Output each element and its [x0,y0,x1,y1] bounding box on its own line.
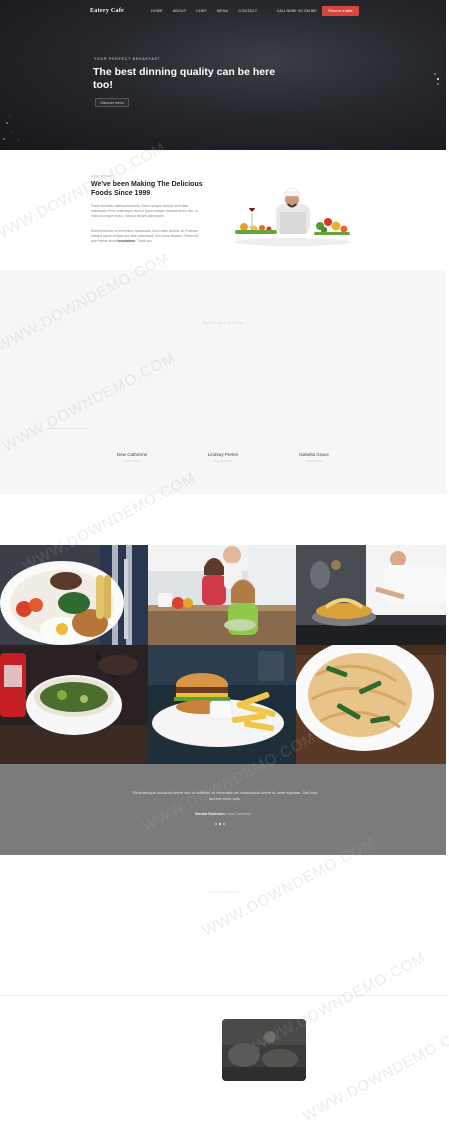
section-divider [0,995,446,996]
gallery-item-salad-bowl[interactable] [0,645,148,764]
member-role: Head Chef [305,459,323,463]
slider-dot[interactable] [437,83,439,85]
salad-bowl-image [0,645,148,764]
member-name: New Catherine [116,452,148,457]
lower-section-kicker: OUR LATEST [210,890,239,894]
food-gallery [0,545,446,764]
testimonial-author: Sandra Robinson Loyal Customer [0,812,446,816]
call-now-text: CALL NOW! +01 234 567 [277,9,317,13]
discover-menu-button[interactable]: Discover menu [95,98,129,107]
gallery-item-burger-fries[interactable] [148,645,296,764]
team-member-card: New Catherine Sushi Chef [92,452,172,463]
about-title: We've been Making The Delicious Foods Si… [91,181,203,197]
carousel-dot[interactable] [215,823,217,825]
nav-item-about[interactable]: ABOUT [173,9,187,13]
slider-dot[interactable] [437,78,439,80]
hero-slider-dots [437,78,439,85]
hero-title: The best dinning quality can be here too… [93,66,276,91]
chef-illustration [235,187,351,246]
about-paragraph-2: Sed elementum an fermentum malesuada. Nu… [91,229,199,243]
testimonial-section: Pellentesque tincidunt lorem sed ut elei… [0,764,446,855]
nav-item-menu[interactable]: MENU [217,9,229,13]
member-role: Pastry Chef [214,459,232,463]
team-heading: Meet our chefs [202,320,244,325]
gallery-item-pasta[interactable] [296,645,446,764]
nav-item-home[interactable]: HOME [151,9,163,13]
dining-photo-image [222,1019,306,1081]
pasta-plate-image [296,645,446,764]
site-logo[interactable]: Eatery Cafe [90,8,124,14]
nav-menu: HOME ABOUT CHEF MENU CONTACT [151,9,257,13]
gallery-item-chef-cooking[interactable] [296,545,446,645]
team-section: Meet our chefs New Catherine Sushi Chef … [0,270,446,494]
team-member-card: Lindsay Perlen Pastry Chef [183,452,263,463]
divider [48,428,88,429]
member-role: Sushi Chef [123,459,141,463]
hero-kicker: YOUR PERFECT BREAKFAST [94,57,161,61]
kitchen-kids-image [148,545,296,645]
templatemo-link[interactable]: templatemo [117,239,135,243]
gallery-item-kitchen-kids[interactable] [148,545,296,645]
reserve-table-button[interactable]: Reserve a table [322,6,359,16]
team-member-card: Isabella Grace Head Chef [274,452,354,463]
burger-fries-image [148,645,296,764]
member-name: Isabella Grace [299,452,329,457]
chef-cooking-image [296,545,446,645]
nav-item-chef[interactable]: CHEF [196,9,207,13]
carousel-dot[interactable] [223,823,225,825]
breakfast-plate-image [0,545,148,645]
gallery-item-breakfast[interactable] [0,545,148,645]
nav-item-contact[interactable]: CONTACT [239,9,258,13]
author-role: Loyal Customer [225,812,251,816]
chef-image [232,182,354,248]
testimonial-dots [215,823,225,825]
author-name: Sandra Robinson [195,812,225,816]
about-kicker: OUR STORY [91,174,114,178]
watermark: WWW.DOWNDEMO.COM [300,1019,449,1126]
testimonial-quote: Pellentesque tincidunt lorem sed ut elei… [132,790,318,801]
video-thumbnail[interactable] [222,1019,306,1081]
about-paragraph-1: Fusce hendrerit malesuada lacinia. Donec… [91,204,198,218]
hero-section: Eatery Cafe HOME ABOUT CHEF MENU CONTACT… [0,0,446,150]
top-nav: Eatery Cafe HOME ABOUT CHEF MENU CONTACT… [0,6,446,18]
carousel-dot[interactable] [219,823,221,825]
member-name: Lindsay Perlen [207,452,239,457]
